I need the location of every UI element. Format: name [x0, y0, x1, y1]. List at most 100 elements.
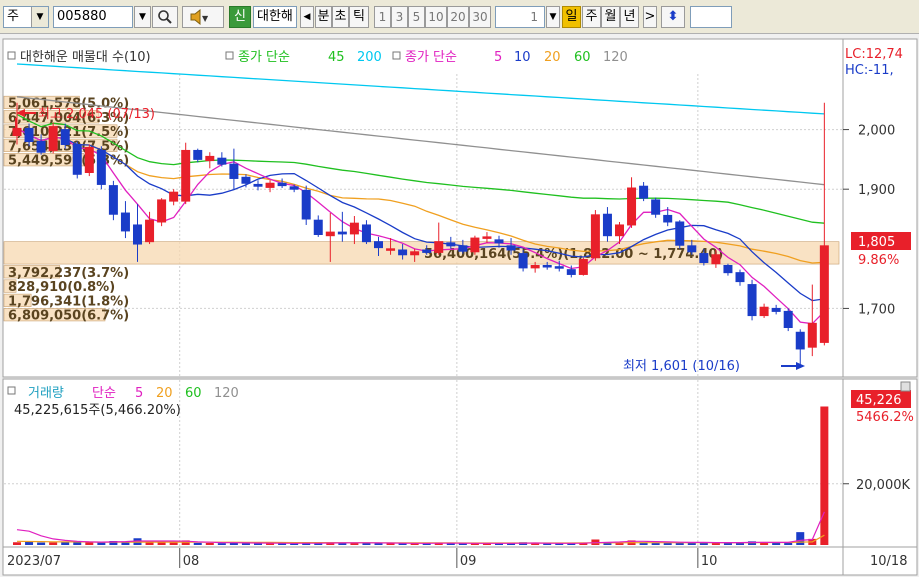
candle-body	[434, 241, 444, 253]
period-tick-button[interactable]: 틱	[349, 6, 369, 28]
candle-body	[24, 127, 34, 142]
legend-ma45: 45	[328, 50, 345, 65]
search-button[interactable]	[152, 6, 178, 28]
volume-profile-label: 3,792,237(3.7%)	[8, 266, 129, 281]
candle-body	[566, 269, 576, 275]
volume-bar	[217, 543, 226, 545]
market-select[interactable]: 주 ▼	[3, 6, 49, 28]
volume-bar	[61, 542, 70, 545]
panel-close-icon[interactable]	[900, 381, 911, 392]
candle-body	[482, 236, 492, 239]
min-label: 최저 1,601 (10/16)	[623, 359, 740, 374]
volume-profile-label: 56,400,164(55.4%)(1,812.00 ~ 1,774.40)	[424, 247, 723, 262]
candle-body	[542, 265, 552, 268]
legend-ma20: 20	[544, 50, 561, 65]
period-year-button[interactable]: 년	[620, 6, 639, 28]
volume-bar	[37, 542, 46, 545]
prev-arrow-button[interactable]: ◀	[300, 6, 314, 28]
candle-body	[301, 189, 311, 220]
stock-code-input[interactable]: 005880	[53, 6, 133, 28]
tick-30-button[interactable]: 30	[469, 6, 491, 28]
chevron-right-icon: >	[644, 9, 656, 24]
candle-body	[133, 224, 142, 245]
candle-body	[554, 266, 564, 269]
candle-body	[337, 231, 347, 235]
candle-body	[72, 143, 82, 175]
candle-body	[108, 185, 118, 215]
candle-body	[795, 331, 805, 350]
volume-bar	[820, 406, 829, 545]
period-week-button[interactable]: 주	[582, 6, 601, 28]
toolbar: 주 ▼ 005880 ▼ ▼ 신 대한해 ◀ 분 초 틱 1 3 5 10 20…	[0, 0, 919, 34]
candle-body	[361, 224, 371, 243]
candle-body	[530, 265, 540, 269]
vol-legend-ma20: 20	[156, 386, 173, 401]
legend-ma120: 120	[603, 50, 628, 65]
candle-body	[265, 182, 275, 188]
candle-body	[699, 253, 709, 264]
tick-count-input[interactable]: 1	[495, 6, 545, 28]
tick-count-dropdown[interactable]: ▼	[546, 6, 560, 28]
volume-bar	[73, 542, 82, 545]
tick-3-button[interactable]: 3	[391, 6, 408, 28]
candle-body	[205, 155, 215, 162]
candle-body	[639, 185, 649, 199]
legend-marker-icon	[392, 51, 401, 60]
month-label: 09	[460, 554, 477, 569]
corner-hc: HC:-11,	[845, 63, 894, 78]
candle-body	[651, 199, 661, 215]
month-label: 08	[183, 554, 200, 569]
legend-ma200: 200	[357, 50, 382, 65]
tick-3-label: 3	[395, 10, 404, 24]
candle-body	[422, 249, 432, 253]
extra-input[interactable]	[690, 6, 732, 28]
period-day-button[interactable]: 일	[562, 6, 581, 28]
speaker-button[interactable]: ▼	[182, 6, 224, 28]
period-month-button[interactable]: 월	[601, 6, 620, 28]
vol-legend-ma-label: 단순	[92, 386, 116, 401]
candle-body	[229, 163, 239, 179]
period-second-button[interactable]: 초	[332, 6, 349, 28]
triangle-left-icon: ◀	[303, 12, 311, 22]
max-label: 최고 2,045 (07/13)	[38, 107, 155, 122]
legend-ma1-label: 종가 단순	[238, 50, 290, 65]
price-tick-label: 2,000	[858, 124, 895, 139]
period-month-label: 월	[604, 9, 617, 24]
tick-1-button[interactable]: 1	[374, 6, 391, 28]
candle-body	[36, 141, 46, 153]
up-down-button[interactable]: ⬍	[661, 6, 685, 28]
chevron-down-icon: ▼	[549, 12, 557, 22]
candle-body	[446, 242, 456, 247]
volume-bar	[169, 542, 178, 545]
tick-20-button[interactable]: 20	[447, 6, 469, 28]
badge-label: 신	[234, 9, 246, 24]
legend-marker-icon	[7, 51, 16, 60]
candle-body	[615, 224, 624, 237]
candle-body	[349, 222, 359, 235]
new-badge: 신	[229, 6, 251, 28]
stock-code-value: 005880	[57, 9, 107, 24]
candle-body	[386, 248, 396, 251]
volume-bar	[49, 542, 58, 545]
candle-body	[181, 149, 191, 202]
candle-body	[494, 239, 504, 244]
volume-bar	[760, 542, 769, 545]
candle-body	[277, 182, 287, 187]
period-second-label: 초	[334, 9, 347, 24]
tick-10-label: 10	[428, 10, 444, 24]
candle-body	[506, 245, 516, 251]
stock-name-value: 대한해	[257, 9, 293, 24]
tick-10-button[interactable]: 10	[425, 6, 447, 28]
tick-5-button[interactable]: 5	[408, 6, 425, 28]
candle-body	[374, 241, 383, 249]
period-minute-button[interactable]: 분	[315, 6, 332, 28]
vol-legend-ma120: 120	[214, 386, 239, 401]
candle-body	[410, 251, 420, 256]
candle-body	[169, 191, 179, 202]
legend-ma60: 60	[574, 50, 591, 65]
code-dropdown-button[interactable]: ▼	[134, 6, 151, 28]
volume-profile-label: 1,796,341(1.8%)	[8, 294, 129, 309]
period-tick-label: 틱	[353, 9, 365, 24]
next-arrow-button[interactable]: >	[643, 6, 657, 28]
search-icon	[158, 10, 172, 24]
